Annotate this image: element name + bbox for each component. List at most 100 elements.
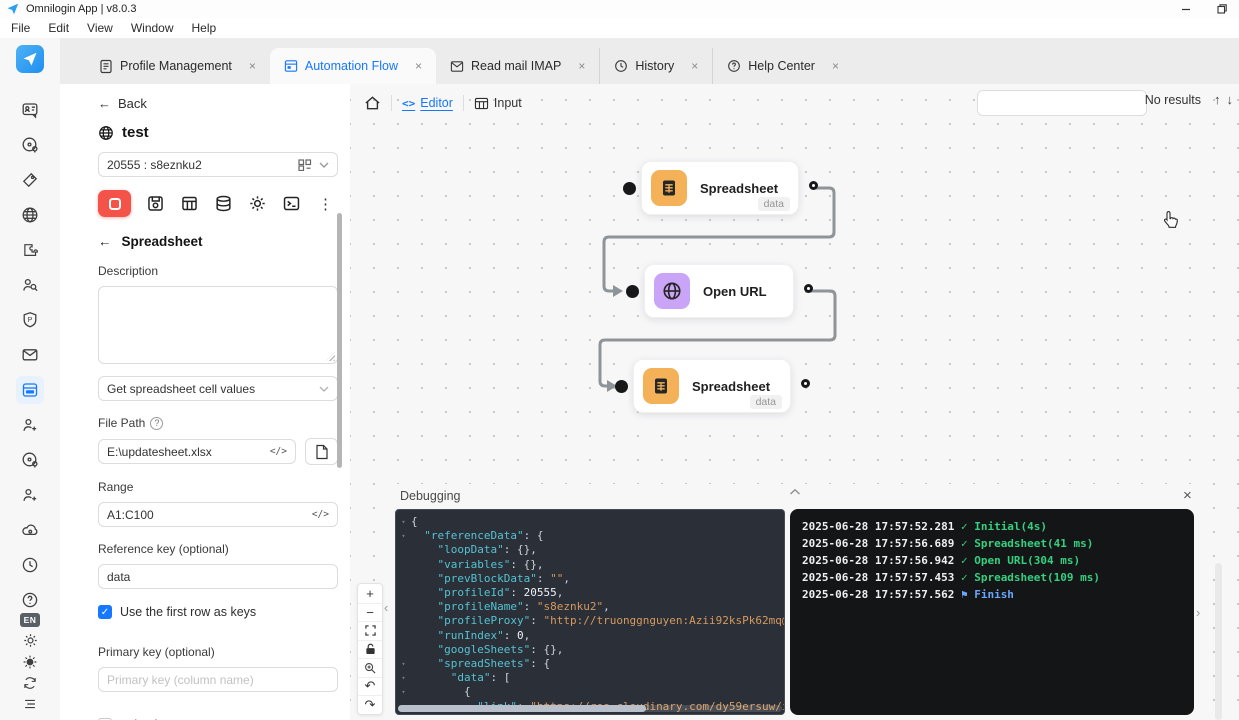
tab-label: History xyxy=(635,59,674,73)
clock-icon xyxy=(614,59,628,73)
search-prev-icon[interactable]: ↑ xyxy=(1214,92,1221,107)
maximize-button[interactable] xyxy=(1217,4,1227,14)
output-port[interactable] xyxy=(809,181,818,190)
sidebar-item-settings[interactable] xyxy=(0,630,60,651)
block-back-button[interactable]: ← xyxy=(98,234,112,249)
input-port[interactable] xyxy=(626,285,639,298)
more-options-icon[interactable]: ⋮ xyxy=(318,195,333,213)
scroll-thumb[interactable] xyxy=(398,705,646,712)
globe-icon xyxy=(98,125,114,141)
node-open-url[interactable]: Open URL xyxy=(644,264,794,318)
menu-help[interactable]: Help xyxy=(183,21,226,35)
action-select[interactable]: Get spreadsheet cell values xyxy=(98,376,338,401)
zoom-in-button[interactable]: + xyxy=(358,584,382,603)
output-port[interactable] xyxy=(804,284,813,293)
sidebar-item-mail[interactable] xyxy=(0,337,60,372)
range-input[interactable]: A1:C100 </> xyxy=(98,502,338,527)
sidebar-item-extensions[interactable] xyxy=(0,232,60,267)
input-port[interactable] xyxy=(623,182,636,195)
category-trigger-button[interactable] xyxy=(98,190,131,217)
sidebar-item-menu[interactable] xyxy=(0,693,60,714)
tab-close-icon[interactable]: × xyxy=(578,59,585,73)
debug-run-log[interactable]: 2025-06-28 17:57:52.281 ✓ Initial(4s)202… xyxy=(790,509,1194,715)
file-path-input[interactable]: E:\updatesheet.xlsx </> xyxy=(98,439,296,464)
sidebar-item-cloud[interactable] xyxy=(0,512,60,547)
first-row-checkbox[interactable]: ✓ xyxy=(98,605,112,619)
sidebar-item-refresh[interactable] xyxy=(0,672,60,693)
output-port[interactable] xyxy=(801,379,810,388)
tab-profile-management[interactable]: Profile Management × xyxy=(85,48,270,84)
undo-button[interactable]: ↶ xyxy=(358,677,382,696)
puzzle-icon xyxy=(21,241,39,259)
input-port[interactable] xyxy=(615,380,628,393)
redo-button[interactable]: ↷ xyxy=(358,695,382,714)
sidebar-item-find-profile[interactable] xyxy=(0,267,60,302)
category-save-button[interactable] xyxy=(146,194,165,213)
tab-automation-flow[interactable]: Automation Flow × xyxy=(270,48,436,84)
collapse-left-icon[interactable]: ‹ xyxy=(384,600,388,615)
debug-json-editor[interactable]: ▾{▾ "referenceData": { "loopData": {}, "… xyxy=(395,509,785,715)
collapse-right-icon[interactable]: › xyxy=(1196,605,1200,620)
sidebar-item-language[interactable]: EN xyxy=(0,609,60,630)
sidebar-item-privacy[interactable]: P xyxy=(0,302,60,337)
tab-close-icon[interactable]: × xyxy=(832,59,839,73)
action-select-value: Get spreadsheet cell values xyxy=(107,382,319,396)
sidebar-item-theme[interactable] xyxy=(0,651,60,672)
tab-read-mail-imap[interactable]: Read mail IMAP × xyxy=(436,48,599,84)
sidebar-item-history[interactable] xyxy=(0,547,60,582)
menu-view[interactable]: View xyxy=(78,21,122,35)
search-next-icon[interactable]: ↓ xyxy=(1227,92,1234,107)
fit-view-icon xyxy=(365,625,376,636)
sidebar-item-add-member[interactable] xyxy=(0,407,60,442)
sidebar-item-tag[interactable] xyxy=(0,162,60,197)
search-input[interactable] xyxy=(978,91,1147,115)
sidebar-item-automation[interactable] xyxy=(0,372,60,407)
clock-icon xyxy=(21,556,39,574)
tab-close-icon[interactable]: × xyxy=(691,59,698,73)
menu-window[interactable]: Window xyxy=(122,21,183,35)
browse-file-button[interactable] xyxy=(305,438,338,465)
lock-button[interactable] xyxy=(358,640,382,659)
collapse-panel-icon[interactable] xyxy=(789,488,801,496)
reference-key-input[interactable]: data xyxy=(98,564,338,589)
tab-history[interactable]: History × xyxy=(599,48,712,84)
code-expression-icon[interactable]: </> xyxy=(312,509,329,520)
log-line: 2025-06-28 17:57:56.689 ✓ Spreadsheet(41… xyxy=(802,535,1182,552)
category-terminal-button[interactable] xyxy=(282,194,301,213)
menu-edit[interactable]: Edit xyxy=(39,21,78,35)
zoom-out-button[interactable]: − xyxy=(358,603,382,622)
back-button[interactable]: ← Back xyxy=(98,96,338,111)
sidebar-item-profiles-chat[interactable] xyxy=(0,92,60,127)
category-database-button[interactable] xyxy=(214,194,233,213)
sidebar-item-add-profile[interactable] xyxy=(0,477,60,512)
close-debugging-icon[interactable]: × xyxy=(1183,487,1192,504)
description-textarea[interactable] xyxy=(98,286,338,364)
sidebar-item-disc-pin[interactable] xyxy=(0,127,60,162)
app-title: Omnilogin App | v8.0.3 xyxy=(26,3,136,15)
sidebar-item-globe[interactable] xyxy=(0,197,60,232)
canvas-vertical-scrollbar[interactable] xyxy=(1215,563,1222,720)
tab-close-icon[interactable]: × xyxy=(415,59,422,73)
tab-help-center[interactable]: Help Center × xyxy=(712,48,853,84)
node-spreadsheet-2[interactable]: Spreadsheet data xyxy=(633,359,791,413)
category-table-button[interactable] xyxy=(180,194,199,213)
editor-horizontal-scrollbar[interactable] xyxy=(395,704,785,713)
menu-file[interactable]: File xyxy=(2,21,39,35)
help-tooltip-icon[interactable]: ? xyxy=(150,417,163,430)
category-settings-button[interactable] xyxy=(248,194,267,213)
minimize-button[interactable] xyxy=(1181,4,1191,14)
code-expression-icon[interactable]: </> xyxy=(270,446,287,457)
profile-select-value: 20555 : s8eznku2 xyxy=(107,158,298,172)
fit-view-button[interactable] xyxy=(358,621,382,640)
panel-scrollbar[interactable] xyxy=(337,213,342,468)
editor-view-link[interactable]: <> Editor xyxy=(402,96,453,110)
sidebar-item-disc-pin-2[interactable] xyxy=(0,442,60,477)
tab-close-icon[interactable]: × xyxy=(249,59,256,73)
home-icon[interactable] xyxy=(364,95,381,111)
zoom-select-button[interactable] xyxy=(358,658,382,677)
profile-select[interactable]: 20555 : s8eznku2 xyxy=(98,152,338,177)
primary-key-input[interactable]: Primary key (column name) xyxy=(98,667,338,692)
node-spreadsheet-1[interactable]: Spreadsheet data xyxy=(641,161,799,215)
input-view-link[interactable]: Input xyxy=(474,96,522,110)
profiles-chat-icon xyxy=(21,101,39,119)
